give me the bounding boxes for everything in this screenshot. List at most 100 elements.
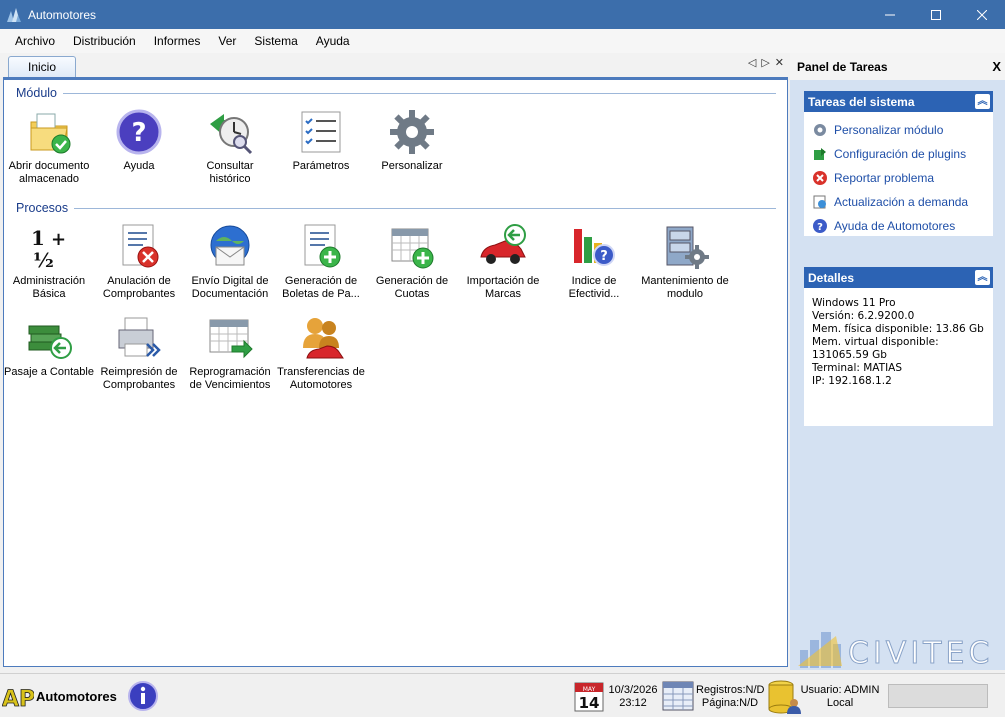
details-title: Detalles (808, 270, 855, 285)
menu-ayuda[interactable]: Ayuda (307, 34, 359, 48)
item-label: Importación de Marcas (466, 275, 540, 300)
detail-terminal: Terminal: MATIAS (812, 362, 903, 374)
task-reportar-problema[interactable]: Reportar problema (804, 166, 993, 190)
document-cancel-icon (122, 224, 159, 268)
tab-scroll-left-icon[interactable]: ◁ (748, 56, 756, 69)
item-label: Anulación de Comprobantes (102, 275, 176, 300)
checklist-icon (301, 111, 341, 153)
menu-distribucion[interactable]: Distribución (64, 34, 145, 48)
detail-virtual-memory-label: Mem. virtual disponible: (812, 336, 939, 348)
task-label: Personalizar módulo (834, 123, 944, 137)
car-import-icon (480, 224, 526, 264)
item-label: Mantenimiento de modulo (641, 275, 729, 300)
item-label: Pasaje a Contable (4, 366, 94, 378)
minimize-button[interactable] (867, 0, 913, 29)
help-icon: ? (813, 219, 827, 233)
tab-close-icon[interactable]: ✕ (775, 56, 784, 69)
task-personalizar-modulo[interactable]: Personalizar módulo (804, 118, 993, 142)
item-label: Abrir documento almacenado (8, 160, 90, 185)
svg-text:1: 1 (31, 226, 45, 250)
process-item-transferencias[interactable]: Transferencias de Automotores (276, 314, 366, 392)
detail-virtual-memory-value: 131065.59 Gb (812, 349, 887, 361)
gear-icon (814, 124, 826, 136)
task-ayuda-automotores[interactable]: ? Ayuda de Automotores (804, 214, 993, 238)
process-item-reimpresion[interactable]: Reimpresión de Comprobantes (94, 314, 184, 392)
api-logo-icon: API (2, 687, 34, 711)
tab-inicio[interactable]: Inicio (8, 56, 76, 77)
info-icon[interactable] (127, 680, 159, 712)
close-icon (977, 9, 987, 20)
process-item-reprogramacion[interactable]: Reprogramación de Vencimientos (185, 314, 275, 392)
task-actualizacion-demanda[interactable]: Actualización a demanda (804, 190, 993, 214)
module-item-personalizar[interactable]: Personalizar (367, 108, 457, 173)
task-label: Configuración de plugins (834, 147, 967, 161)
svg-text:?: ? (131, 118, 146, 148)
detail-physical-memory: Mem. física disponible: 13.86 Gb (812, 323, 984, 335)
svg-text:+: + (51, 229, 66, 250)
module-item-consultar-historico[interactable]: Consultar histórico (185, 108, 275, 186)
calendar-add-icon (391, 228, 434, 269)
app-logo-icon (7, 7, 21, 22)
status-usuario: Usuario: ADMIN (800, 684, 880, 696)
collapse-up-icon[interactable]: ︽ (975, 94, 990, 109)
process-item-pasaje-contable[interactable]: Pasaje a Contable (4, 314, 94, 379)
database-user-icon (768, 680, 801, 714)
task-panel-title: Panel de Tareas (797, 59, 888, 74)
status-date: 10/3/2026 (608, 684, 658, 696)
status-user: Usuario: ADMIN Local (800, 684, 880, 710)
module-item-parametros[interactable]: Parámetros (276, 108, 366, 173)
process-item-mantenimiento-modulo[interactable]: Mantenimiento de modulo (640, 223, 730, 301)
task-configuracion-plugins[interactable]: Configuración de plugins (804, 142, 993, 166)
status-bar: API Automotores MAY 14 10/3/2026 23:12 R… (0, 673, 1005, 717)
section-modulo: Módulo (16, 86, 776, 100)
task-panel-close-button[interactable]: X (992, 59, 1001, 74)
item-label: Reimpresión de Comprobantes (100, 366, 178, 391)
process-item-generacion-boletas[interactable]: Generación de Boletas de Pa... (276, 223, 366, 301)
process-item-importacion-marcas[interactable]: Importación de Marcas (458, 223, 548, 301)
printer-icon (118, 317, 161, 357)
item-label: Ayuda (123, 160, 155, 172)
maximize-button[interactable] (913, 0, 959, 29)
tab-scroll-right-icon[interactable]: ▷ (761, 56, 769, 69)
item-label: Administración Básica (12, 275, 86, 300)
menu-informes[interactable]: Informes (145, 34, 210, 48)
section-procesos: Procesos (16, 201, 776, 215)
status-location: Local (826, 697, 854, 709)
details-header[interactable]: Detalles ︽ (804, 267, 993, 288)
clock-history-icon (210, 114, 253, 155)
collapse-up-icon[interactable]: ︽ (975, 270, 990, 285)
module-item-ayuda[interactable]: ? Ayuda (94, 108, 184, 173)
status-progress-box (888, 684, 988, 708)
section-title: Módulo (16, 86, 57, 100)
status-records: Registros:N/D Página:N/D (696, 684, 764, 710)
process-item-generacion-cuotas[interactable]: Generación de Cuotas (367, 223, 457, 301)
task-label: Ayuda de Automotores (834, 219, 956, 233)
system-tasks-header[interactable]: Tareas del sistema ︽ (804, 91, 993, 112)
process-item-envio-digital[interactable]: Envío Digital de Documentación (185, 223, 275, 301)
status-pagina: Página:N/D (701, 697, 759, 709)
maximize-icon (931, 9, 941, 20)
api-logo-text: API (2, 687, 34, 711)
menu-archivo[interactable]: Archivo (6, 34, 64, 48)
folder-check-icon (30, 113, 71, 154)
detail-ip: IP: 192.168.1.2 (812, 375, 892, 387)
process-item-indice-efectividad[interactable]: ? Indice de Efectivid... (549, 223, 639, 301)
process-item-anulacion-comprobantes[interactable]: Anulación de Comprobantes (94, 223, 184, 301)
menu-sistema[interactable]: Sistema (245, 34, 306, 48)
details-group: Detalles ︽ Windows 11 Pro Versión: 6.2.9… (804, 267, 993, 426)
update-icon (813, 195, 826, 209)
item-label: Reprogramación de Vencimientos (189, 366, 271, 391)
item-label: Generación de Cuotas (375, 275, 449, 300)
chart-help-icon: ? (574, 229, 615, 266)
tab-strip: Inicio ◁ ▷ ✕ (0, 53, 790, 77)
help-icon: ? (116, 109, 162, 155)
task-label: Actualización a demanda (834, 195, 969, 209)
process-item-administracion-basica[interactable]: 1 + ½ Administración Básica (4, 223, 94, 301)
error-icon (813, 171, 827, 185)
details-text: Windows 11 Pro Versión: 6.2.9200.0 Mem. … (804, 288, 993, 397)
module-item-abrir-documento[interactable]: Abrir documento almacenado (4, 108, 94, 186)
gear-icon (390, 110, 434, 154)
close-window-button[interactable] (959, 0, 1005, 29)
item-label: Indice de Efectivid... (568, 275, 620, 300)
menu-ver[interactable]: Ver (209, 34, 245, 48)
